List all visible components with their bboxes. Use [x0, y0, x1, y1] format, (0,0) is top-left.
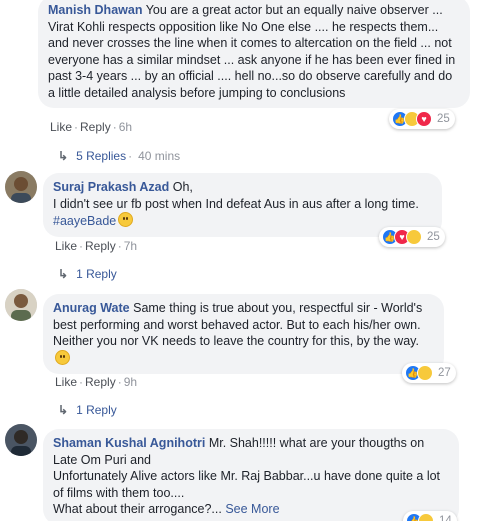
comment-time[interactable]: 9h [124, 375, 137, 389]
separator-dot-2: · [112, 120, 117, 134]
replies-count[interactable]: 5 Replies [76, 149, 126, 163]
separator-dot-1: · [79, 375, 84, 389]
reply-link[interactable]: Reply [80, 120, 111, 134]
reactions-summary[interactable]: 👍 ♥ 25 [379, 227, 445, 247]
comment-author[interactable]: Shaman Kushal Agnihotri [53, 436, 205, 450]
comment-actions: Like · Reply · 9h [55, 375, 137, 389]
comment-author[interactable]: Manish Dhawan [48, 3, 142, 17]
comment-time[interactable]: 7h [124, 239, 137, 253]
comment-time[interactable]: 6h [119, 120, 132, 134]
avatar[interactable] [5, 289, 37, 321]
comment-text-line1: Oh, [172, 180, 193, 194]
avatar[interactable] [5, 171, 37, 203]
comment-text-line3: What about their arrogance?... [53, 502, 222, 516]
reply-arrow-icon: ↳ [58, 403, 69, 417]
comment-text-line2: I didn't see ur fb post when Ind defeat … [53, 196, 419, 211]
reply-arrow-icon: ↳ [58, 267, 69, 281]
smirk-emoji-icon [118, 212, 134, 227]
separator-dot-2: · [117, 375, 122, 389]
haha-icon [406, 229, 422, 245]
comment-bubble: Manish Dhawan You are a great actor but … [38, 0, 470, 108]
reactions-summary[interactable]: 👍 14 [403, 511, 457, 521]
haha-icon [418, 513, 434, 521]
like-link[interactable]: Like [50, 120, 72, 134]
like-link[interactable]: Like [55, 239, 77, 253]
reaction-count: 14 [439, 515, 452, 521]
avatar-image [5, 289, 37, 321]
reply-arrow-icon: ↳ [58, 149, 69, 163]
like-link[interactable]: Like [55, 375, 77, 389]
view-replies-link[interactable]: ↳ 1 Reply [58, 267, 117, 281]
replies-time: 40 mins [138, 149, 181, 163]
reaction-count: 27 [438, 367, 451, 379]
replies-count[interactable]: 1 Reply [76, 403, 117, 417]
view-replies-link[interactable]: ↳ 5 Replies · 40 mins [58, 149, 180, 163]
separator-dot-2: · [117, 239, 122, 253]
avatar-image [5, 171, 37, 203]
love-icon: ♥ [416, 111, 432, 127]
reactions-summary[interactable]: 👍 27 [402, 363, 456, 383]
comment-bubble: Shaman Kushal Agnihotri Mr. Shah!!!!! wh… [43, 429, 459, 521]
reply-link[interactable]: Reply [85, 375, 116, 389]
smile-emoji-icon [55, 349, 70, 365]
avatar[interactable] [5, 424, 37, 456]
view-replies-link[interactable]: ↳ 1 Reply [58, 403, 117, 417]
hashtag-link[interactable]: #aayeBade [53, 214, 116, 228]
reaction-count: 25 [437, 113, 450, 125]
comment-text: You are a great actor but an equally nai… [48, 3, 456, 100]
separator-dot: · [128, 149, 133, 163]
reactions-summary[interactable]: 👍 ♥ 25 [389, 109, 455, 129]
comment-author[interactable]: Anurag Wate [53, 301, 130, 315]
see-more-link[interactable]: See More [225, 502, 279, 516]
reply-link[interactable]: Reply [85, 239, 116, 253]
separator-dot-1: · [79, 239, 84, 253]
comment-bubble: Suraj Prakash Azad Oh, I didn't see ur f… [43, 173, 442, 237]
haha-icon [417, 365, 433, 381]
reaction-count: 25 [427, 231, 440, 243]
comment-text-line2: Unfortunately Alive actors like Mr. Raj … [53, 469, 441, 500]
comment-actions: Like · Reply · 6h [50, 120, 132, 134]
replies-count[interactable]: 1 Reply [76, 267, 117, 281]
comment-bubble: Anurag Wate Same thing is true about you… [43, 294, 444, 374]
comment-actions: Like · Reply · 7h [55, 239, 137, 253]
avatar-image [5, 424, 37, 456]
comment-author[interactable]: Suraj Prakash Azad [53, 180, 169, 194]
separator-dot-1: · [74, 120, 79, 134]
